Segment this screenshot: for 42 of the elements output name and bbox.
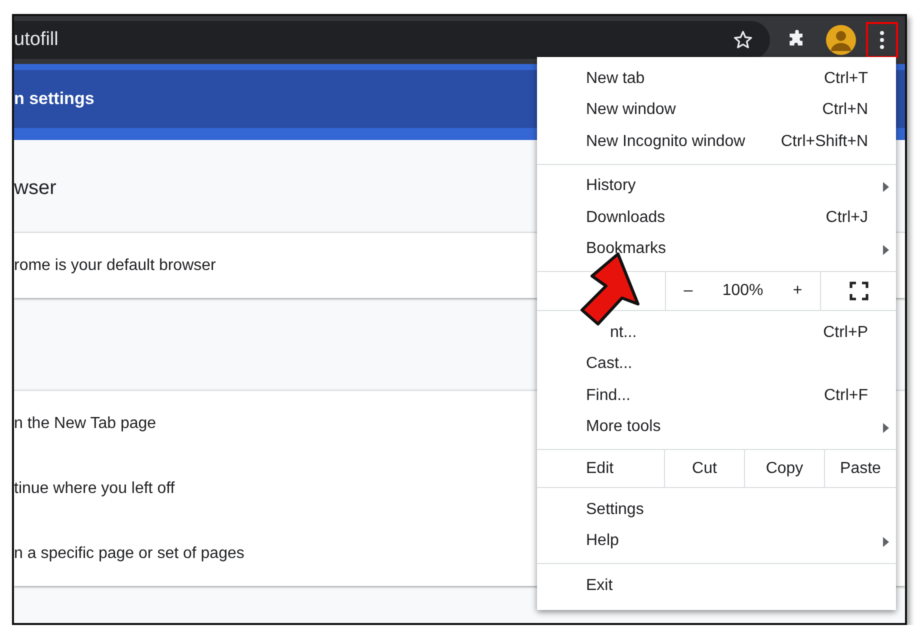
menu-item[interactable]: Find... Ctrl+F: [537, 380, 896, 412]
zoom-in-button[interactable]: +: [786, 280, 808, 302]
shortcut-text: Ctrl+T: [824, 70, 868, 88]
shortcut-text: Ctrl+N: [822, 101, 868, 120]
address-text: utofill: [14, 29, 58, 51]
shortcut-text: Ctrl+P: [823, 324, 868, 342]
menu-item[interactable]: New window Ctrl+N: [537, 94, 896, 126]
menu-item[interactable]: Exit: [537, 570, 896, 602]
setting-label[interactable]: rome is your default browser: [14, 256, 216, 274]
shortcut-text: Ctrl+F: [824, 386, 868, 405]
zoom-level: 100%: [722, 282, 764, 300]
menu-item[interactable]: History: [537, 170, 896, 202]
submenu-arrow-icon: [883, 244, 889, 254]
setting-label[interactable]: n a specific page or set of pages: [14, 544, 244, 562]
menu-item[interactable]: New Incognito window Ctrl+Shift+N: [537, 126, 896, 158]
edit-label: Edit: [586, 460, 614, 478]
avatar-icon[interactable]: [826, 25, 856, 55]
menu-item[interactable]: Downloads Ctrl+J: [537, 202, 896, 234]
submenu-arrow-icon: [883, 422, 889, 432]
address-bar[interactable]: utofill: [14, 21, 770, 59]
submenu-arrow-icon: [883, 536, 889, 546]
zoom-out-button[interactable]: –: [678, 280, 699, 302]
menu-item[interactable]: Help: [537, 526, 896, 557]
star-icon[interactable]: [732, 29, 754, 51]
menu-item[interactable]: Settings: [537, 494, 896, 526]
shortcut-text: Ctrl+Shift+N: [780, 132, 868, 151]
menu-item[interactable]: More tools: [537, 412, 896, 443]
banner-title: n settings: [14, 89, 94, 109]
section-heading: wser: [14, 176, 56, 200]
menu-item[interactable]: Bookmarks: [537, 234, 896, 265]
edit-button[interactable]: Cut: [665, 450, 745, 487]
menu-icon: [879, 30, 885, 50]
menu-item[interactable]: nt... Ctrl+P: [537, 317, 896, 348]
edit-button[interactable]: Copy: [745, 450, 825, 487]
setting-label[interactable]: tinue where you left off: [14, 480, 175, 498]
submenu-arrow-icon: [883, 182, 889, 192]
menu-item[interactable]: New tab Ctrl+T: [537, 63, 896, 94]
shortcut-text: Ctrl+J: [826, 208, 868, 227]
edit-button[interactable]: Paste: [825, 450, 896, 487]
setting-label[interactable]: n the New Tab page: [14, 414, 156, 432]
fullscreen-icon[interactable]: [848, 281, 868, 301]
menu-item[interactable]: Cast...: [537, 348, 896, 380]
